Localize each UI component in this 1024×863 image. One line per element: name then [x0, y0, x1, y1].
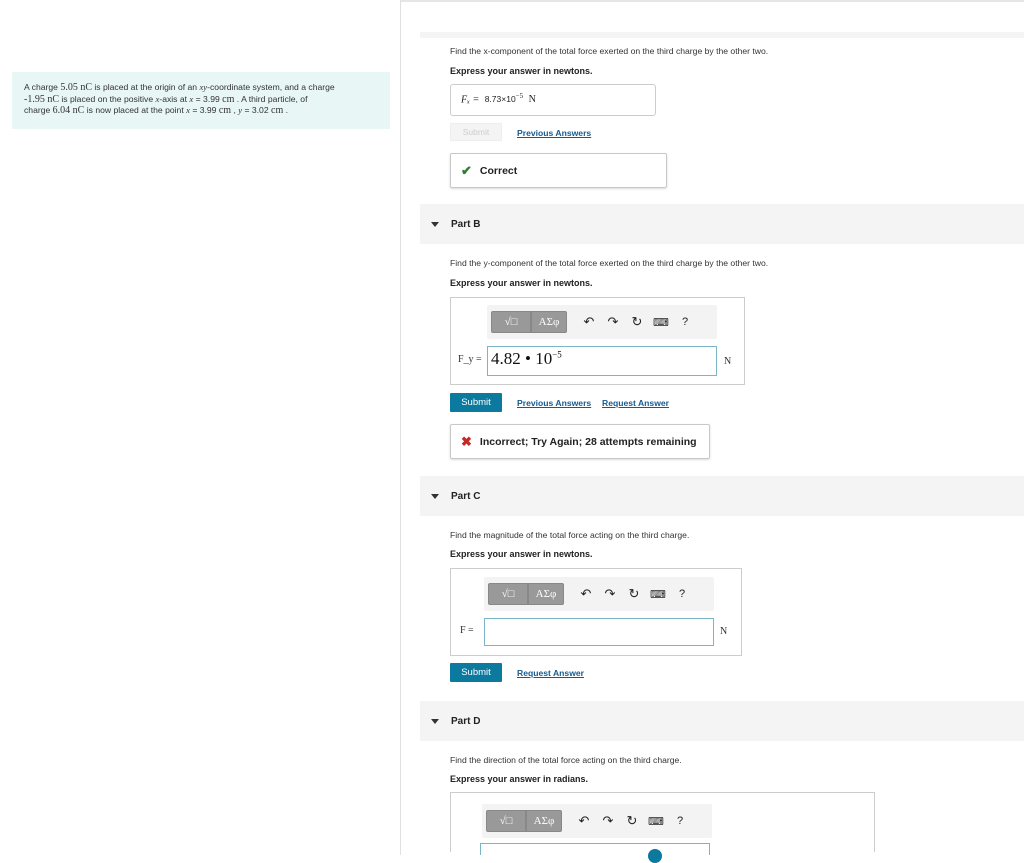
problem-text: is placed at the origin of an [91, 82, 200, 92]
keyboard-icon[interactable]: ⌨ [646, 588, 670, 601]
part-b-unit: N [724, 356, 732, 367]
part-c-answer-input[interactable] [484, 618, 714, 646]
part-a-feedback-text: Correct [479, 164, 518, 177]
part-a-header-strip [420, 32, 1024, 38]
help-icon[interactable]: ? [673, 316, 697, 328]
help-icon[interactable]: ? [670, 588, 694, 600]
part-d-header[interactable]: Part D [420, 701, 1024, 741]
problem-text: charge [24, 105, 53, 115]
problem-text: -coordinate system, and a charge [207, 82, 335, 92]
part-b-feedback: ✖ Incorrect; Try Again; 28 attempts rema… [450, 424, 710, 459]
problem-text: -axis at [159, 93, 190, 104]
templates-button[interactable]: √□ [486, 810, 526, 832]
part-b-previous-answers-link[interactable]: Previous Answers [517, 398, 591, 408]
part-d-title: Part D [451, 715, 481, 727]
problem-text: A charge [24, 82, 61, 92]
part-c-instruction: Express your answer in newtons. [450, 549, 593, 559]
part-a-question: Find the x-component of the total force … [450, 46, 769, 56]
undo-icon[interactable]: ↶ [577, 314, 601, 330]
math-var: xy [199, 82, 208, 92]
part-c-header[interactable]: Part C [420, 476, 1024, 516]
part-a-previous-answers-link[interactable]: Previous Answers [517, 128, 591, 138]
part-d-toolbar: √□ ΑΣφ ↶ ↷ ↻ ⌨ ? [482, 804, 712, 838]
charge-2: -1.95 nC [24, 93, 59, 105]
problem-text: is now placed at the point [84, 105, 187, 115]
part-b-feedback-text: Incorrect; Try Again; 28 attempts remain… [479, 435, 697, 448]
unit-cm: cm [218, 105, 232, 116]
problem-text: = 3.02 [242, 105, 271, 115]
unit-cm: cm [271, 105, 284, 116]
reset-icon[interactable]: ↻ [625, 314, 649, 330]
checkmark-icon: ✔ [461, 162, 472, 178]
part-b-request-answer-link[interactable]: Request Answer [602, 398, 669, 408]
part-b-instruction: Express your answer in newtons. [450, 278, 593, 288]
greek-symbols-button[interactable]: ΑΣφ [526, 810, 562, 832]
templates-button[interactable]: √□ [491, 311, 531, 333]
greek-symbols-button[interactable]: ΑΣφ [528, 583, 564, 605]
keyboard-icon[interactable]: ⌨ [644, 815, 668, 828]
unit-cm: cm [222, 93, 235, 105]
part-d-instruction: Express your answer in radians. [450, 774, 589, 784]
part-b-answer-exp: −5 [552, 349, 562, 360]
charge-1: 5.05 nC [60, 82, 92, 93]
keyboard-icon[interactable]: ⌨ [649, 316, 673, 329]
part-b-header[interactable]: Part B [420, 204, 1024, 244]
help-icon[interactable]: ? [668, 815, 692, 827]
problem-text: = 3.99 [189, 105, 219, 115]
part-a-answer-exp: −5 [515, 92, 524, 100]
part-a-answer-value: 8.73×10 [484, 94, 516, 105]
problem-text: . A third particle, of [234, 93, 308, 104]
undo-icon[interactable]: ↶ [574, 586, 598, 602]
problem-text: . [283, 105, 288, 115]
part-b-answer-input[interactable]: 4.82 • 10−5 [487, 346, 717, 376]
parts-pane: Find the x-component of the total force … [402, 0, 1024, 863]
part-b-question: Find the y-component of the total force … [450, 258, 769, 268]
problem-text: is placed on the positive [59, 93, 156, 104]
templates-button[interactable]: √□ [488, 583, 528, 605]
caret-down-icon [431, 221, 439, 227]
part-b-toolbar: √□ ΑΣφ ↶ ↷ ↻ ⌨ ? [487, 305, 717, 339]
part-a-answer-box: Fₓ = 8.73×10−5 N [450, 84, 656, 116]
caret-down-icon [431, 718, 439, 724]
part-c-submit-button[interactable]: Submit [450, 663, 502, 682]
part-c-question: Find the magnitude of the total force ac… [450, 530, 690, 540]
part-c-title: Part C [451, 490, 481, 502]
problem-pane: A charge 5.05 nC is placed at the origin… [0, 0, 401, 855]
undo-icon[interactable]: ↶ [572, 813, 596, 829]
part-c-toolbar: √□ ΑΣφ ↶ ↷ ↻ ⌨ ? [484, 577, 714, 611]
part-a-answer-unit: N [528, 94, 536, 106]
part-c-request-answer-link[interactable]: Request Answer [517, 668, 584, 678]
problem-statement: A charge 5.05 nC is placed at the origin… [12, 72, 390, 129]
part-b-submit-button[interactable]: Submit [450, 393, 502, 412]
redo-icon[interactable]: ↷ [596, 813, 620, 829]
redo-icon[interactable]: ↷ [598, 586, 622, 602]
caret-down-icon [431, 493, 439, 499]
redo-icon[interactable]: ↷ [601, 314, 625, 330]
charge-3: 6.04 nC [52, 105, 85, 116]
part-a-submit-button[interactable]: Submit [450, 123, 502, 141]
part-a-instruction: Express your answer in newtons. [450, 66, 593, 76]
part-d-question: Find the direction of the total force ac… [450, 755, 682, 765]
part-b-label: F_y = [458, 354, 482, 365]
part-b-answer-value: 4.82 • 10 [491, 349, 553, 368]
part-d-answer-input[interactable] [480, 843, 710, 855]
reset-icon[interactable]: ↻ [620, 813, 644, 829]
reset-icon[interactable]: ↻ [622, 586, 646, 602]
part-b-title: Part B [451, 218, 481, 230]
part-a-answer-label: Fₓ = [461, 94, 480, 106]
part-c-label: F = [460, 625, 474, 636]
info-badge-icon [648, 849, 662, 863]
problem-text: = 3.99 [193, 93, 223, 104]
greek-symbols-button[interactable]: ΑΣφ [531, 311, 567, 333]
x-mark-icon: ✖ [461, 433, 472, 449]
part-c-unit: N [720, 626, 728, 637]
part-a-feedback: ✔ Correct [450, 153, 667, 188]
